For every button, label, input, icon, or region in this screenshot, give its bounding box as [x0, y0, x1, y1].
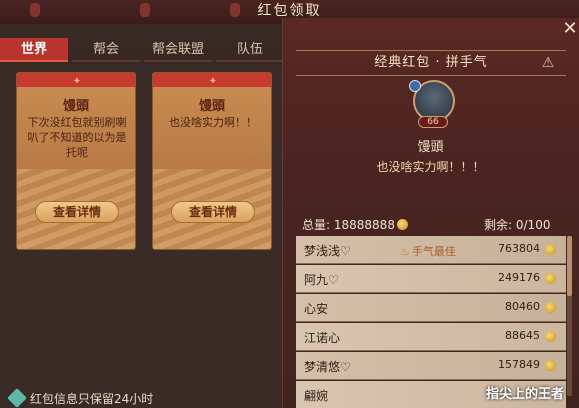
- coin-icon: [545, 360, 556, 371]
- list-item: 阿九♡ 249176: [296, 265, 566, 293]
- list-scrollbar[interactable]: [567, 236, 572, 396]
- recipient-name: 阿九♡: [304, 273, 339, 287]
- recipient-amount: 88645: [505, 329, 540, 342]
- recipient-name: 梦清悠♡: [304, 360, 351, 374]
- coin-icon: [545, 331, 556, 342]
- sender-message: 也没啥实力啊！！！: [376, 160, 485, 174]
- envelope-message: 也没啥实力啊！！: [169, 116, 257, 129]
- channel-tabs: 世界 帮会 帮会联盟 队伍: [0, 38, 290, 64]
- coin-icon: [545, 302, 556, 313]
- envelope-sender: 馒頭: [62, 99, 89, 114]
- recipient-name: 心安: [304, 302, 329, 316]
- view-details-button[interactable]: 查看详情: [171, 201, 255, 223]
- tab-team[interactable]: 队伍: [216, 38, 284, 62]
- total-label: 总量:: [302, 218, 331, 232]
- red-envelope-card[interactable]: ✦ 馒頭 也没啥实力啊！！ 查看详情: [152, 72, 272, 250]
- watermark-text: 指尖上的王者: [486, 387, 565, 402]
- recipient-amount: 249176: [498, 271, 540, 284]
- tab-guild-alliance[interactable]: 帮会联盟: [144, 38, 212, 62]
- remaining-count: 剩余: 0/100: [484, 216, 550, 233]
- title-text: 红包领取: [257, 3, 322, 19]
- total-value: 18888888: [333, 218, 395, 232]
- knot-icon: ✦: [72, 76, 82, 87]
- list-item: 梦清悠♡ 157849: [296, 352, 566, 380]
- recipient-amount: 157849: [498, 358, 540, 371]
- recipient-name: 梦浅浅♡: [304, 244, 351, 258]
- recipient-amount: 80460: [505, 300, 540, 313]
- sender-name: 馒頭: [417, 140, 444, 155]
- recipient-name: 翩婉: [304, 389, 329, 403]
- close-icon[interactable]: ✕: [562, 20, 578, 38]
- best-luck-label: 手气最佳: [411, 245, 456, 258]
- best-luck-badge: ♨ 手气最佳: [400, 243, 456, 259]
- list-item: 江诺心 88645: [296, 323, 566, 351]
- view-details-button[interactable]: 查看详情: [35, 201, 119, 223]
- lantern-decoration: [30, 3, 40, 17]
- total-amount: 总量: 18888888: [302, 216, 408, 233]
- recipient-amount: 763804: [498, 242, 540, 255]
- coin-icon: [396, 219, 408, 230]
- lantern-decoration: [140, 3, 150, 17]
- envelope-sender: 馒頭: [198, 99, 225, 114]
- remain-value: 0/100: [515, 218, 551, 232]
- envelope-type-header: 经典红包 · 拼手气: [296, 50, 566, 76]
- tab-world[interactable]: 世界: [0, 38, 68, 62]
- flame-icon: ♨: [400, 245, 410, 258]
- envelope-message: 下次没红包就别刷喇叭了不知道的以为是托呢: [27, 116, 127, 159]
- info-gem-icon: [7, 388, 27, 408]
- knot-icon: ✦: [208, 76, 218, 87]
- level-badge: 66: [418, 116, 448, 128]
- remain-label: 剩余:: [484, 218, 513, 232]
- class-icon: [409, 80, 421, 92]
- envelope-stats: 总量: 18888888 剩余: 0/100: [296, 214, 572, 234]
- lantern-decoration: [230, 3, 240, 17]
- red-envelope-card[interactable]: ✦ 馒頭 下次没红包就别刷喇叭了不知道的以为是托呢 查看详情: [16, 72, 136, 250]
- retention-note: 红包信息只保留24小时: [7, 388, 154, 408]
- scroll-thumb[interactable]: [567, 236, 572, 296]
- recipient-name: 江诺心: [304, 331, 341, 345]
- tab-guild[interactable]: 帮会: [72, 38, 140, 62]
- coin-icon: [545, 244, 556, 255]
- list-item: 梦浅浅♡ ♨ 手气最佳 763804: [296, 236, 566, 264]
- list-item: 心安 80460: [296, 294, 566, 322]
- report-warning-icon[interactable]: ⚠: [540, 55, 556, 71]
- retention-note-text: 红包信息只保留24小时: [30, 392, 154, 406]
- coin-icon: [545, 273, 556, 284]
